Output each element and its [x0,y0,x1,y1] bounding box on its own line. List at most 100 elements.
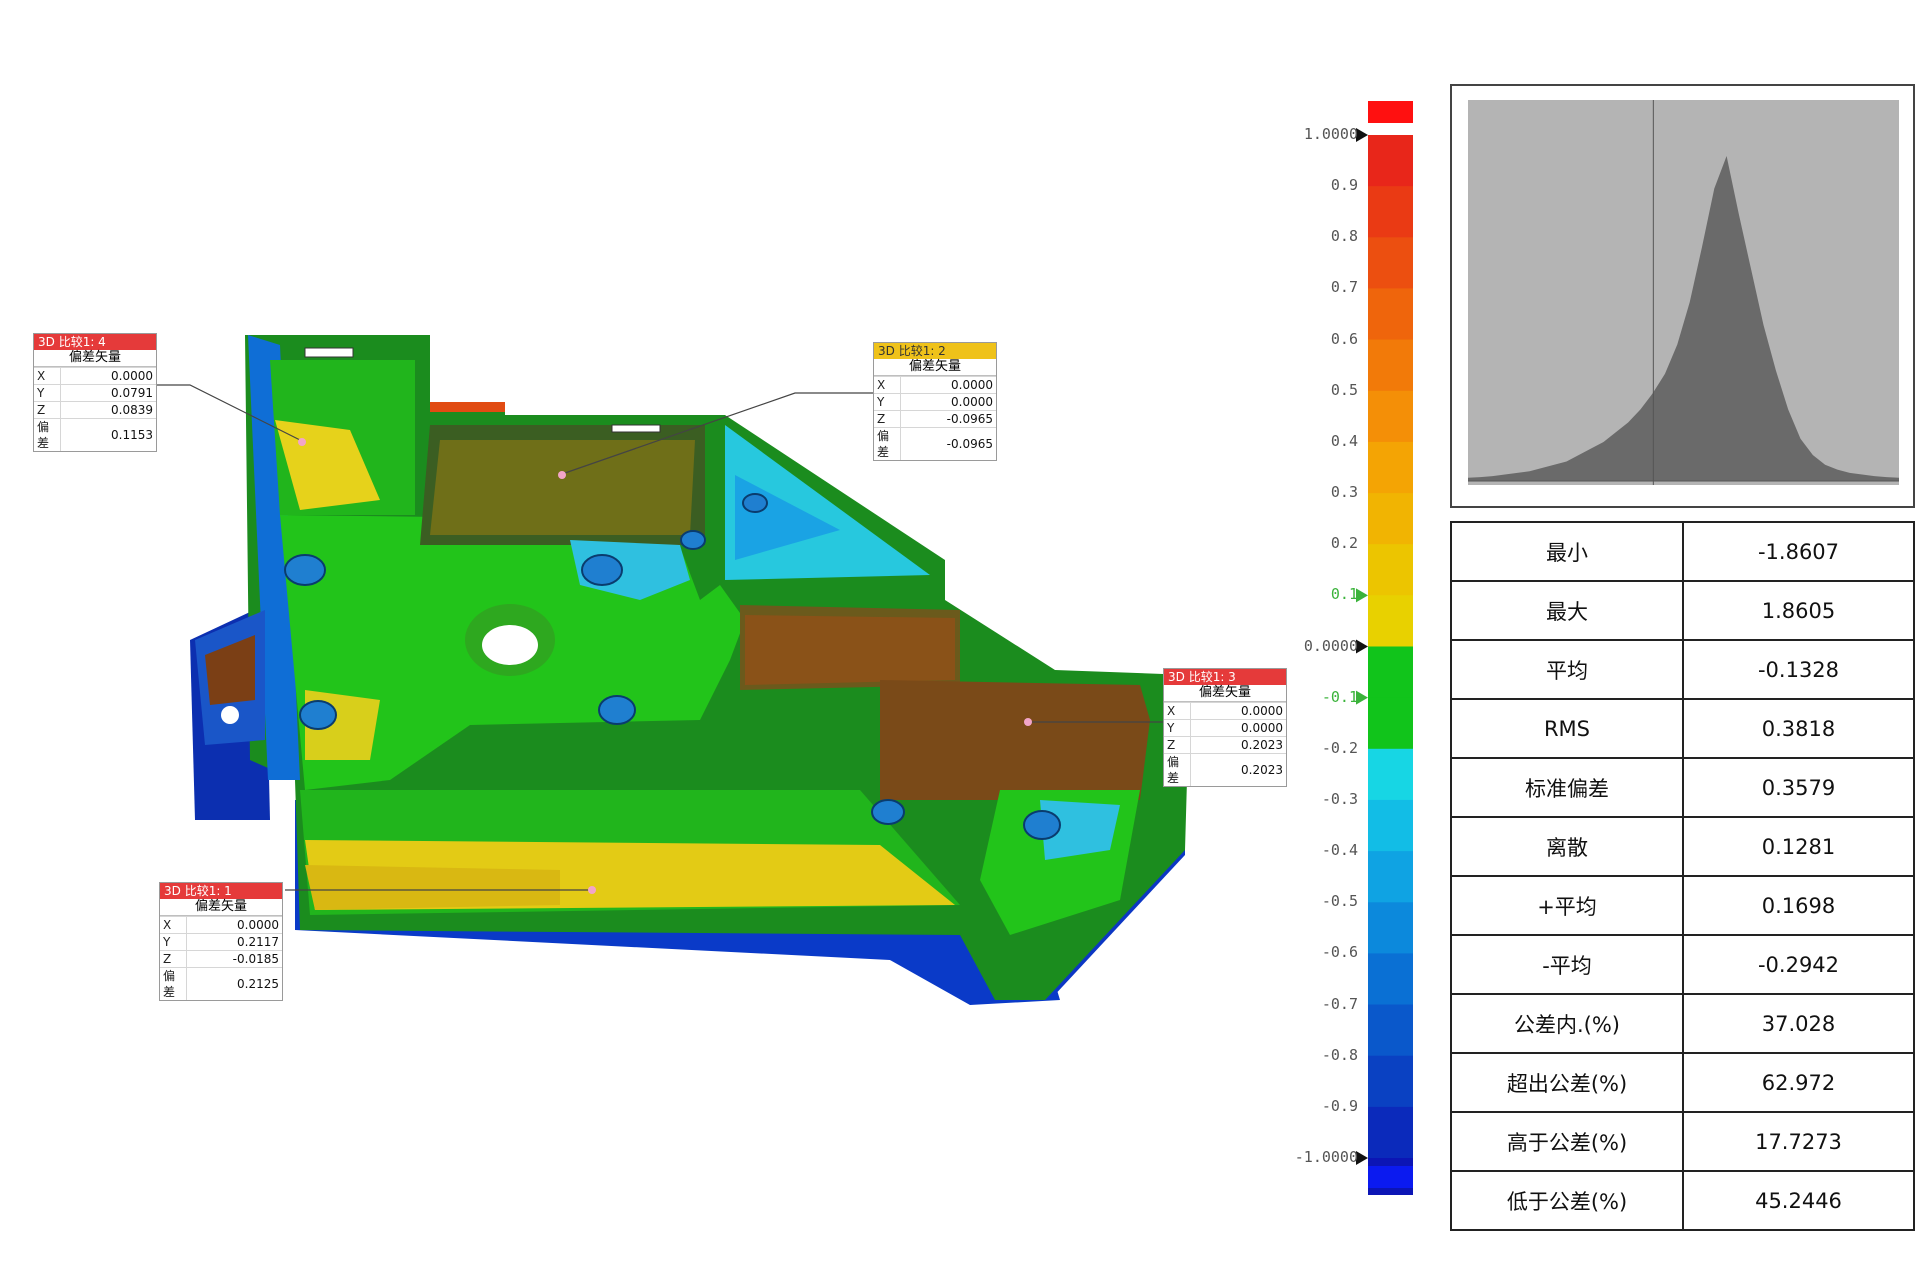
stats-row: 公差内.(%) 37.028 [1450,993,1915,1054]
stats-label: 离散 [1450,816,1684,877]
statistics-table: 最小 -1.8607 最大 1.8605 平均 -0.1328 RMS 0.3818 标准偏差 0… [1450,521,1915,1231]
model-left-tab-hole [221,706,239,724]
stats-row: 离散 0.1281 [1450,816,1915,877]
scale-segment [1368,697,1413,750]
callout-row: Z -0.0965 [874,410,996,428]
stats-row: 平均 -0.1328 [1450,639,1915,700]
stats-value: 0.1281 [1682,816,1915,877]
scale-tick-label: -0.4 [1321,841,1358,860]
stats-value: 62.972 [1682,1052,1915,1113]
stats-value: 0.3818 [1682,698,1915,759]
scale-tick-label: 0.3 [1330,483,1358,502]
stats-label: +平均 [1450,875,1684,936]
model-ribs-face [745,615,955,685]
stats-row: 高于公差(%) 17.7273 [1450,1111,1915,1172]
stats-label: 公差内.(%) [1450,993,1684,1054]
scale-segment [1368,851,1413,903]
model-slot-1 [304,347,354,358]
stats-value: 0.1698 [1682,875,1915,936]
model-top-rim [430,402,505,412]
stats-value: 37.028 [1682,993,1915,1054]
callout-row: Z 0.0839 [34,401,156,419]
scale-tick-label: 0.6 [1330,329,1358,348]
scale-segment [1368,1055,1413,1108]
scale-segment [1368,441,1413,494]
scale-segment [1368,339,1413,392]
stats-label: 最大 [1450,580,1684,641]
scale-tick-label: -0.5 [1321,892,1358,911]
callout-header: 3D 比较1: 3 [1164,669,1286,685]
callout-subtitle: 偏差矢量 [874,359,996,376]
callout-row: Z 0.2023 [1164,736,1286,754]
scale-tick-label: 0.1 [1330,585,1358,604]
callout-table: X 0.0000 Y 0.0000 Z 0.2023 偏差 0.2023 [1164,702,1286,786]
callout-2: 3D 比较1: 2 偏差矢量 X 0.0000 Y 0.0000 Z -0.0965 … [873,342,997,461]
histogram-chart [1468,100,1899,485]
scale-tick-label: -0.6 [1321,943,1358,962]
callout-row: 偏差 0.2023 [1164,753,1286,786]
scale-tick-label: 0.2 [1330,534,1358,553]
callout-row: Y 0.0000 [1164,719,1286,737]
scale-tick-label: 0.4 [1330,431,1358,450]
stats-label: RMS [1450,698,1684,759]
scale-tick-label: 0.9 [1330,176,1358,195]
scale-segment [1368,493,1413,545]
stats-row: 最大 1.8605 [1450,580,1915,641]
callout-row: 偏差 0.2125 [160,967,282,1000]
callout-1: 3D 比较1: 1 偏差矢量 X 0.0000 Y 0.2117 Z -0.0185 … [159,882,283,1001]
callout-subtitle: 偏差矢量 [34,350,156,367]
scale-over-block [1368,101,1413,123]
callout-3: 3D 比较1: 3 偏差矢量 X 0.0000 Y 0.0000 Z 0.2023 偏… [1163,668,1287,787]
callout-row: X 0.0000 [34,367,156,385]
stats-value: 17.7273 [1682,1111,1915,1172]
stats-label: 低于公差(%) [1450,1170,1684,1231]
deviation-3d-model [153,335,1190,1005]
scale-tick-label: -0.1 [1321,687,1358,706]
scale-segment [1368,1106,1413,1159]
scale-tick-label: -1.0000 [1294,1148,1358,1166]
scale-tick-label: -0.2 [1321,738,1358,757]
callout-table: X 0.0000 Y 0.2117 Z -0.0185 偏差 0.2125 [160,916,282,1000]
scale-tick-label: 0.0000 [1303,636,1358,655]
stats-label: 平均 [1450,639,1684,700]
stats-value: 1.8605 [1682,580,1915,641]
scale-tick-label: 0.8 [1330,227,1358,246]
scale-tick-label: -0.7 [1321,994,1358,1013]
stats-row: 最小 -1.8607 [1450,521,1915,582]
callout-row: Y 0.0791 [34,384,156,402]
stats-value: -0.1328 [1682,639,1915,700]
callout-4: 3D 比较1: 4 偏差矢量 X 0.0000 Y 0.0791 Z 0.0839 偏… [33,333,157,452]
scale-segment [1368,1004,1413,1057]
scale-tick-label: 0.5 [1330,380,1358,399]
stats-label: 标准偏差 [1450,757,1684,818]
callout-row: Z -0.0185 [160,950,282,968]
stats-row: RMS 0.3818 [1450,698,1915,759]
callout-row: Y 0.2117 [160,933,282,951]
stats-label: -平均 [1450,934,1684,995]
scale-tick-label: 0.7 [1330,278,1358,297]
callout-subtitle: 偏差矢量 [1164,685,1286,702]
callout-table: X 0.0000 Y 0.0791 Z 0.0839 偏差 0.1153 [34,367,156,451]
scale-tick-label: -0.9 [1321,1096,1358,1115]
model-mid-wall-face [430,440,695,535]
scale-tick-label: -0.8 [1321,1045,1358,1064]
model-right-tray [880,680,1150,800]
stats-value: 0.3579 [1682,757,1915,818]
callout-row: 偏差 -0.0965 [874,427,996,460]
scale-segment [1368,544,1413,596]
stats-row: -平均 -0.2942 [1450,934,1915,995]
scale-segment [1368,390,1413,443]
stats-row: 低于公差(%) 45.2446 [1450,1170,1915,1231]
scale-tick-label: 1.0000 [1303,125,1358,143]
stats-value: -1.8607 [1682,521,1915,582]
scale-segment [1368,237,1413,290]
scale-segment [1368,953,1413,1006]
callout-header: 3D 比较1: 1 [160,883,282,899]
scale-segment [1368,799,1413,852]
callout-row: Y 0.0000 [874,393,996,411]
callout-row: X 0.0000 [874,376,996,394]
stats-value: 45.2446 [1682,1170,1915,1231]
scale-tick-label: -0.3 [1321,789,1358,808]
scale-segment [1368,748,1413,801]
stats-label: 超出公差(%) [1450,1052,1684,1113]
